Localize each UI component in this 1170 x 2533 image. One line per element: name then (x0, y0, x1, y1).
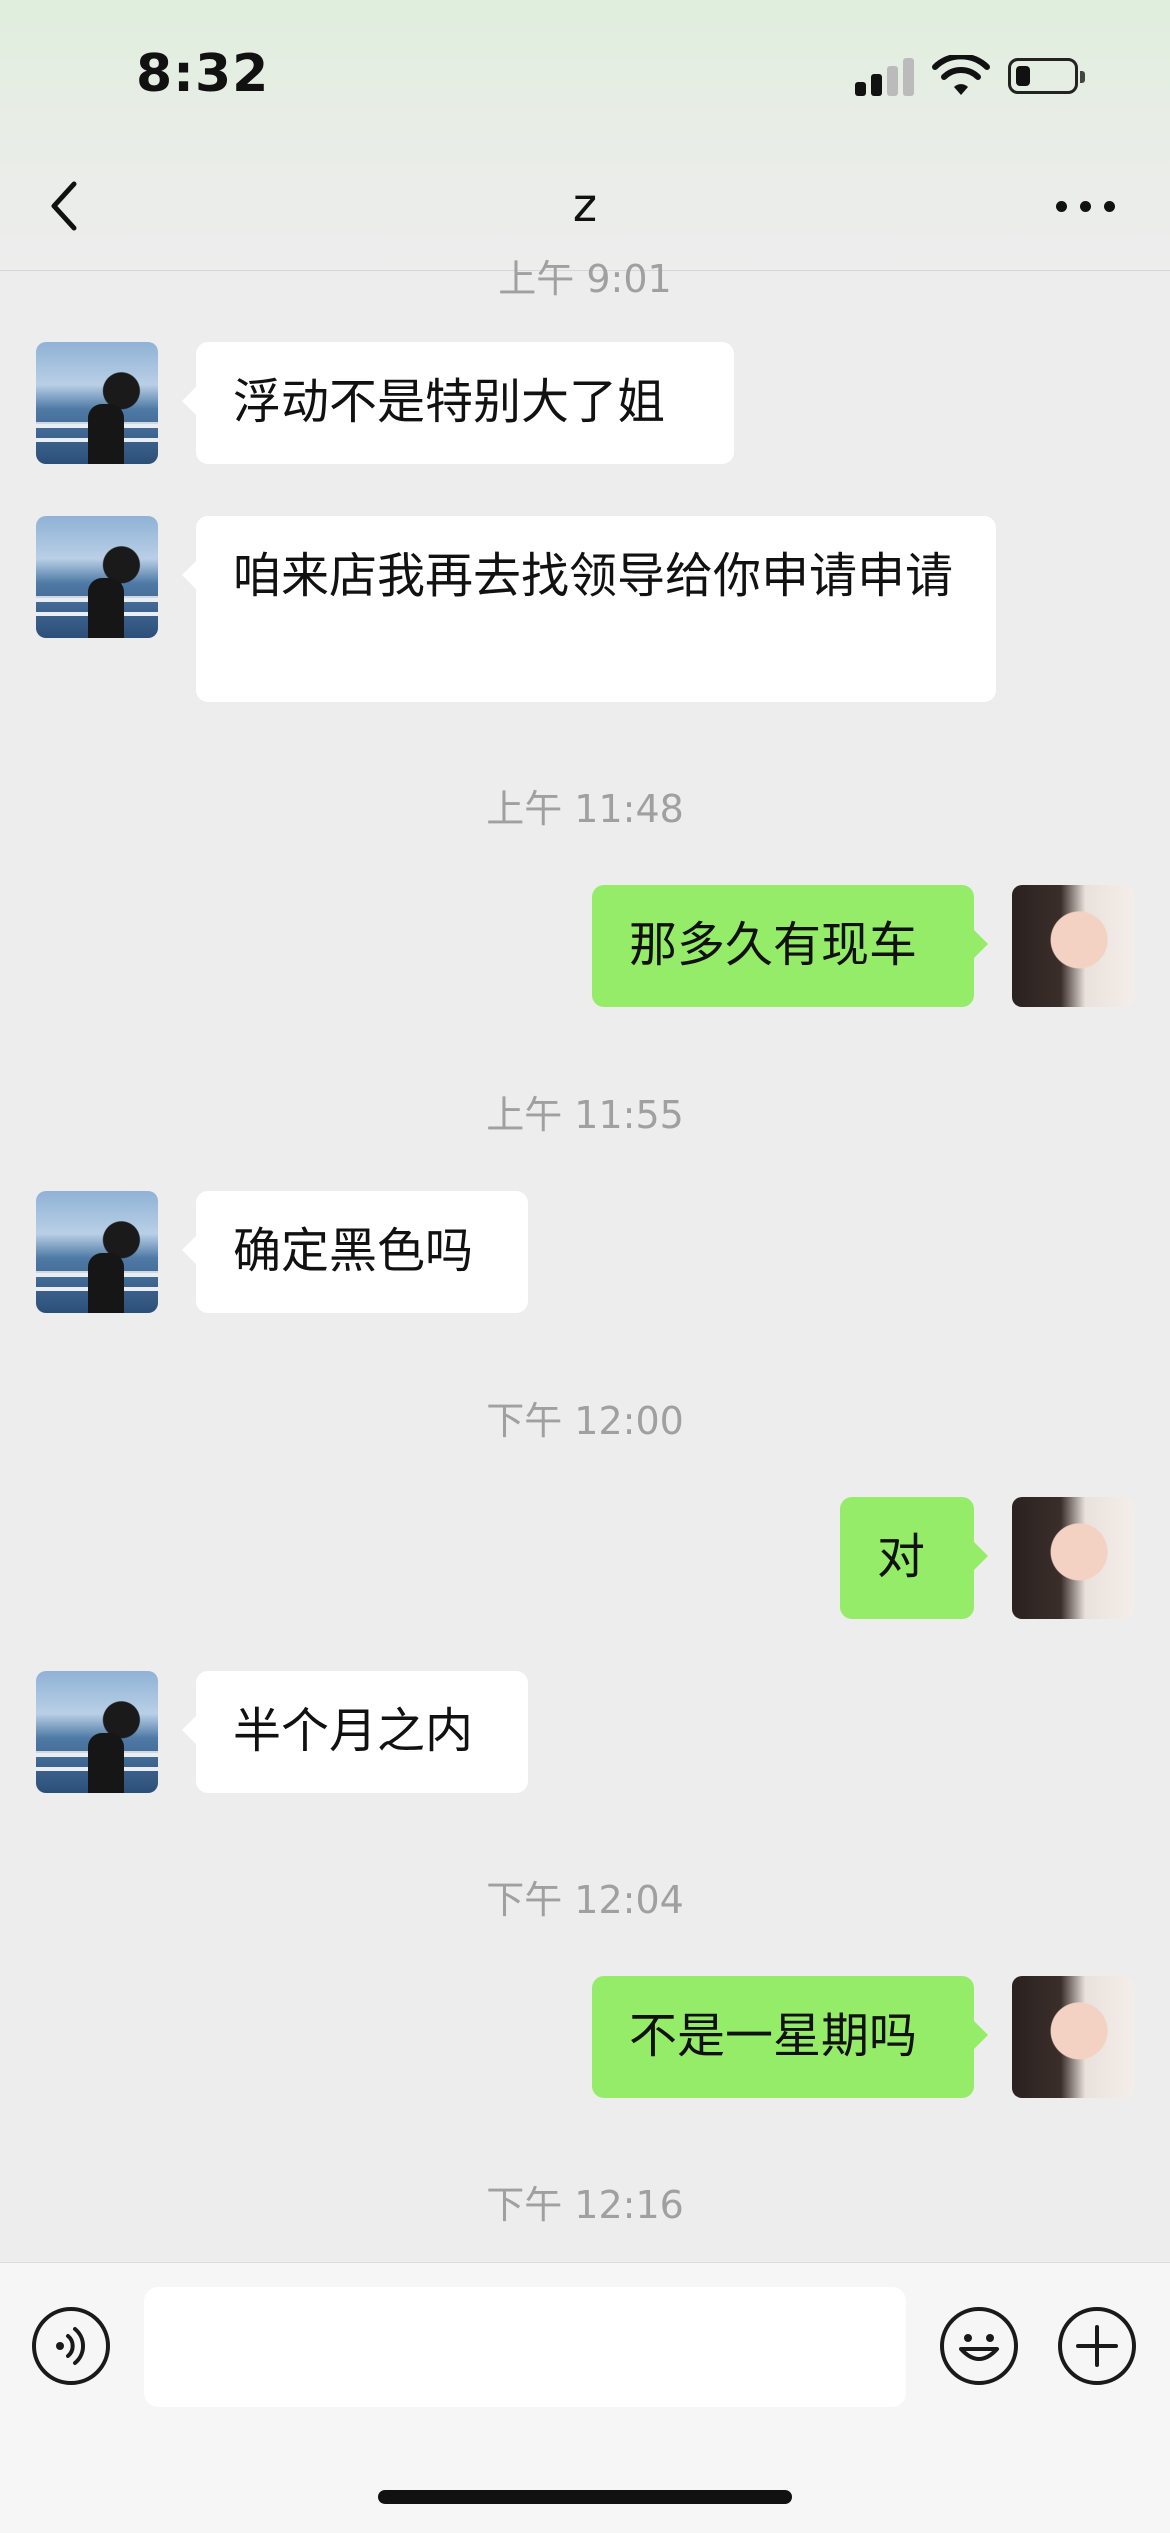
my-avatar[interactable] (1012, 1976, 1134, 2098)
emoji-icon[interactable] (940, 2307, 1018, 2385)
message-bubble-received[interactable]: 浮动不是特别大了姐 (182, 342, 734, 464)
timestamp: 上午 11:55 (486, 1093, 684, 1137)
more-dots-icon[interactable] (1056, 196, 1116, 216)
voice-icon[interactable] (32, 2307, 110, 2385)
contact-avatar[interactable] (36, 1191, 158, 1313)
timestamp: 上午 11:48 (486, 787, 684, 831)
message-bubble-sent[interactable]: 那多久有现车 (592, 885, 988, 1007)
timestamp: 下午 12:00 (486, 1399, 684, 1443)
message-input[interactable] (144, 2287, 906, 2407)
contact-avatar[interactable] (36, 342, 158, 464)
message-bubble-sent[interactable]: 对 (840, 1497, 988, 1619)
wifi-icon (932, 55, 990, 95)
message-bubble-received[interactable]: 确定黑色吗 (182, 1191, 528, 1313)
message-bubble-received[interactable]: 咱来店我再去找领导给你申请申请 (182, 516, 996, 702)
battery-icon (1008, 58, 1085, 94)
status-time: 8:32 (136, 44, 270, 104)
plus-icon[interactable] (1058, 2307, 1136, 2385)
cellular-signal-icon (855, 58, 915, 96)
message-bubble-sent[interactable]: 不是一星期吗 (592, 1976, 988, 2098)
timestamp: 上午 9:01 (498, 257, 672, 301)
my-avatar[interactable] (1012, 885, 1134, 1007)
chat-title: z (572, 178, 598, 232)
timestamp: 下午 12:16 (486, 2183, 684, 2227)
top-bar: 8:32 z (0, 0, 1170, 271)
contact-avatar[interactable] (36, 516, 158, 638)
my-avatar[interactable] (1012, 1497, 1134, 1619)
timestamp: 下午 12:04 (486, 1878, 684, 1922)
message-bubble-received[interactable]: 半个月之内 (182, 1671, 528, 1793)
home-indicator[interactable] (378, 2490, 792, 2504)
contact-avatar[interactable] (36, 1671, 158, 1793)
